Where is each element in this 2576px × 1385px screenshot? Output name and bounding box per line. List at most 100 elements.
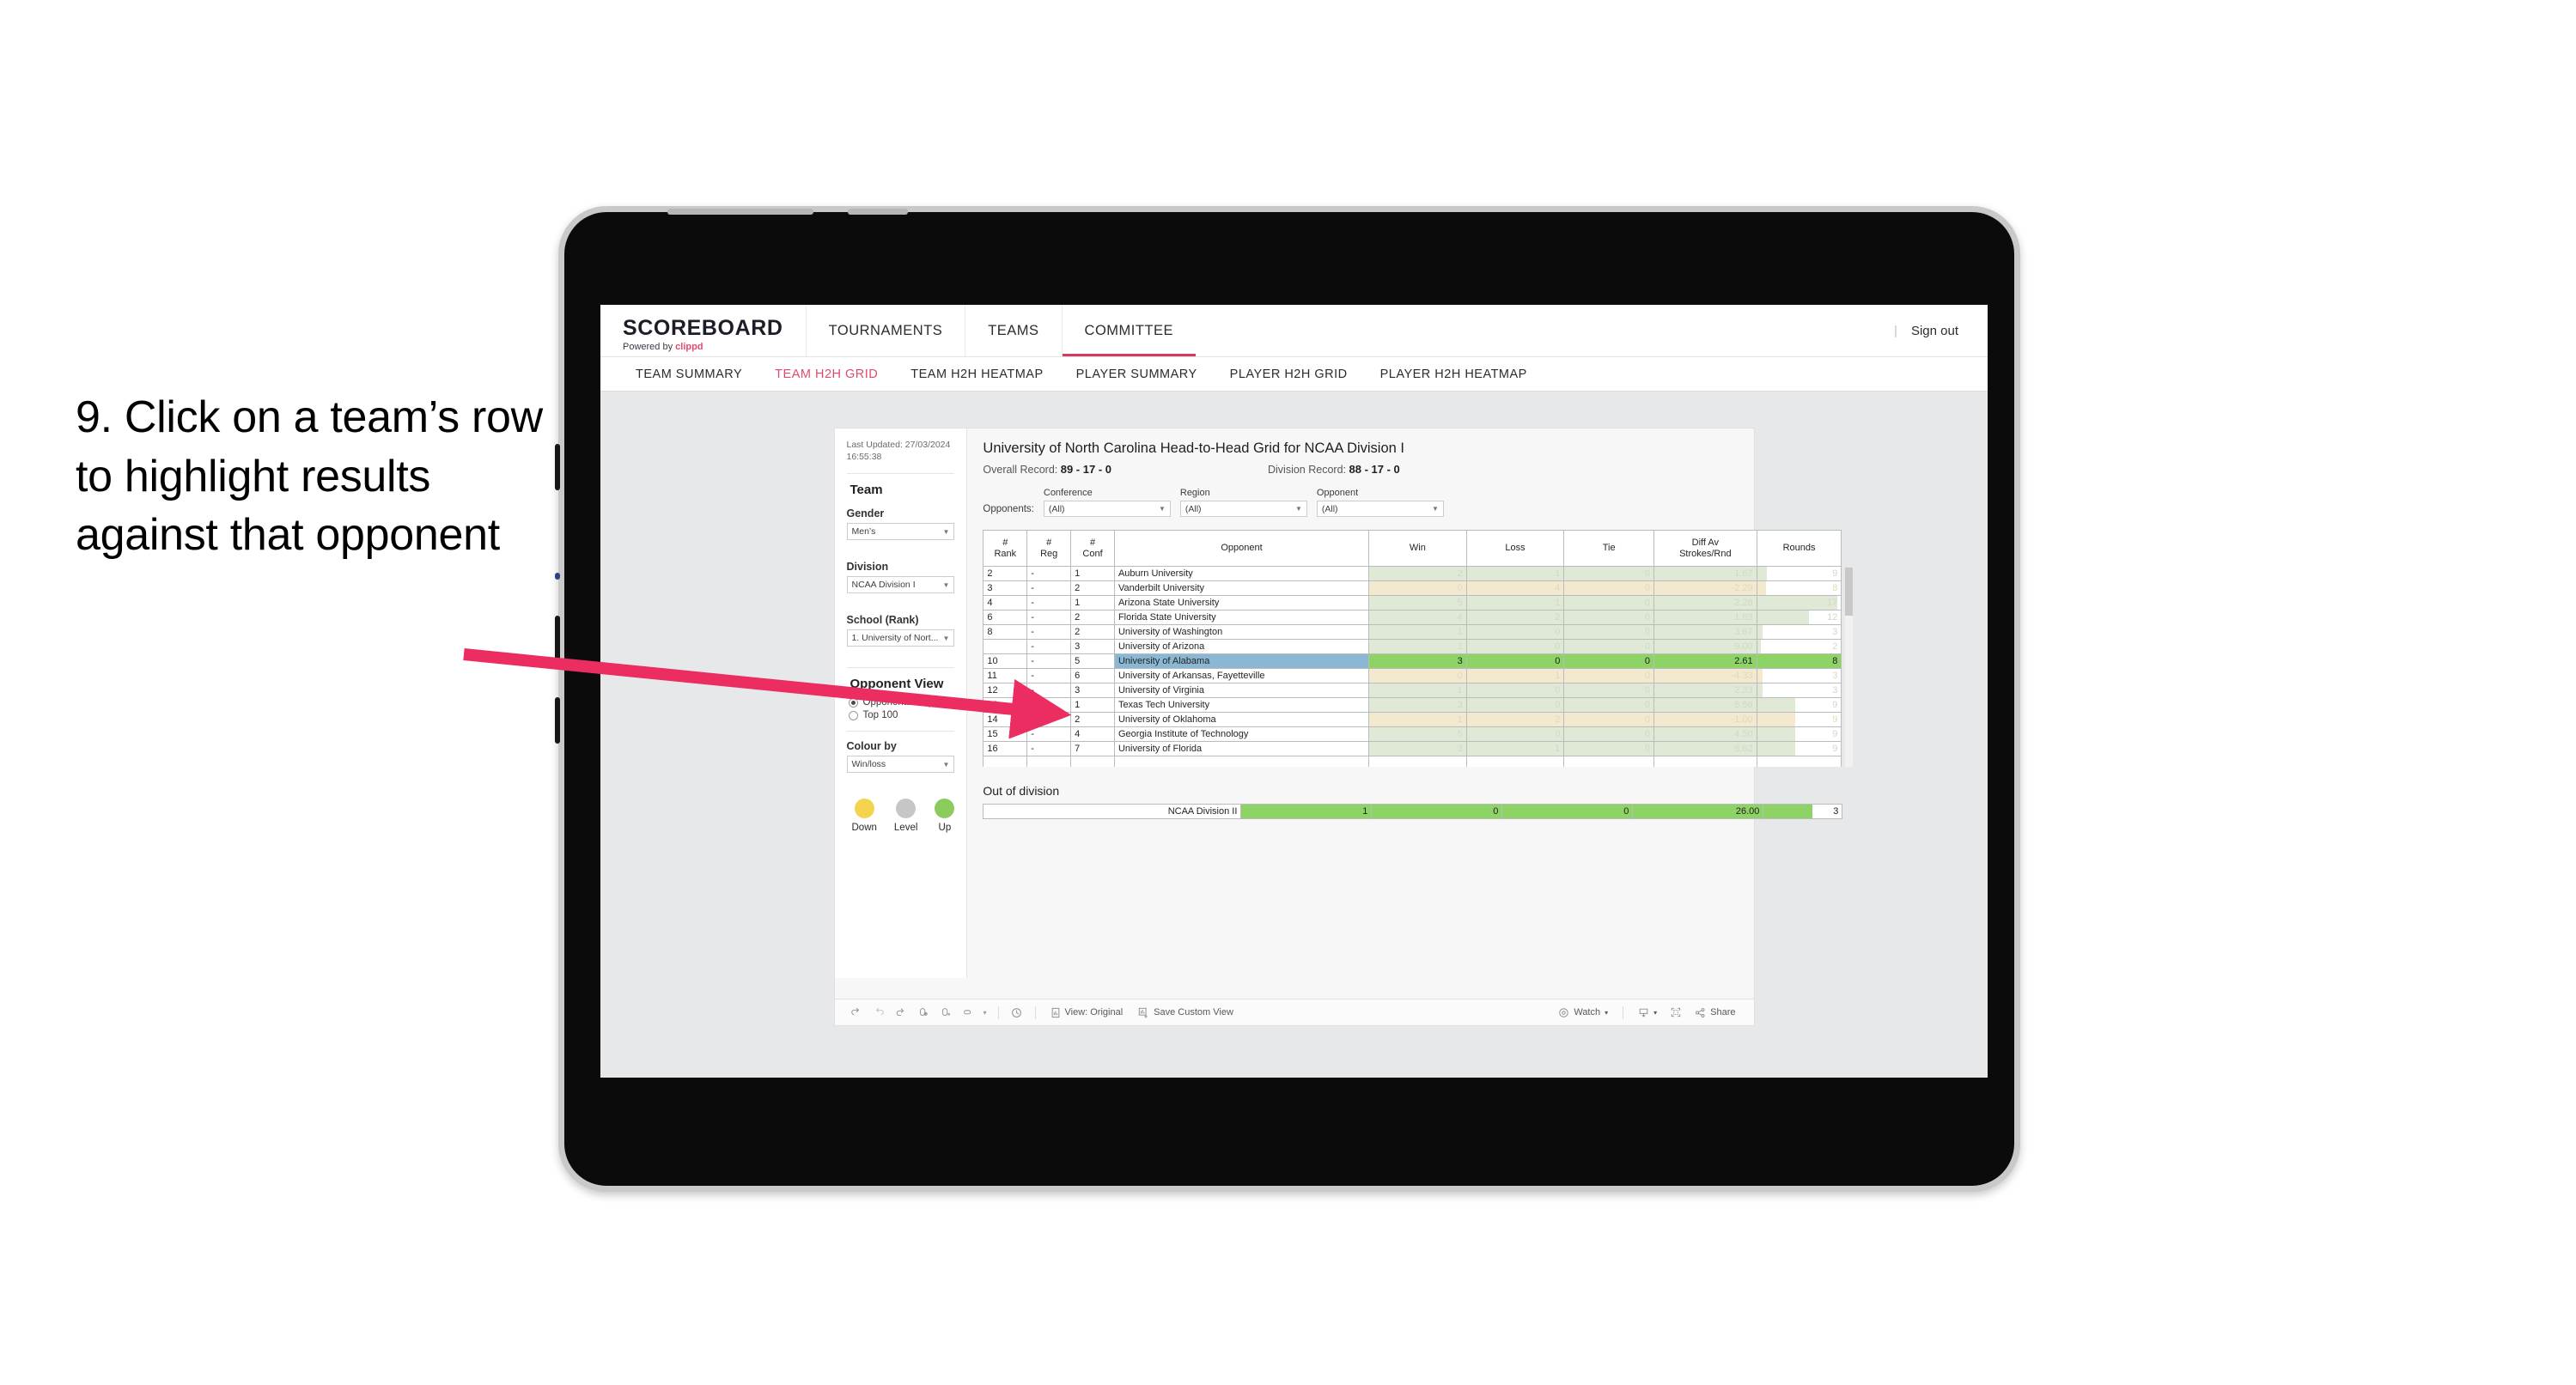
table-row[interactable]: -3 University of Arizona 1 0 0 9.00 2: [983, 639, 1842, 654]
table-filler-row: [983, 756, 1842, 767]
opponent-value: (All): [1321, 503, 1338, 514]
cell-tie: 0: [1563, 610, 1655, 625]
download-button[interactable]: ▾: [1630, 1007, 1665, 1018]
subnav-tab-player-summary[interactable]: PLAYER SUMMARY: [1060, 368, 1214, 381]
table-row[interactable]: 6-2 Florida State University 4 2 0 1.83 12: [983, 610, 1842, 625]
highlight-icon[interactable]: [957, 1006, 979, 1018]
col-opponent[interactable]: Opponent: [1113, 530, 1370, 567]
cell-rounds: 9: [1756, 566, 1842, 581]
cell-loss: 0: [1465, 624, 1565, 640]
table-scroll-viewport[interactable]: # Rank # Reg # Conf Opponent Win Loss Tie D…: [983, 530, 1842, 767]
cell-loss: 1: [1465, 741, 1565, 756]
table-row[interactable]: 3-2 Vanderbilt University 0 4 0 -2.29 8: [983, 580, 1842, 596]
filler-cell: [1070, 756, 1115, 767]
cell-rounds: 8: [1756, 653, 1842, 669]
col-win[interactable]: Win: [1368, 530, 1467, 567]
opponent-select[interactable]: (All) ▼: [1316, 501, 1444, 517]
sidebar-divider-1: [846, 473, 955, 475]
cell-reg: -: [1026, 595, 1072, 610]
pause-icon[interactable]: [935, 1006, 957, 1018]
table-row[interactable]: 12-3 University of Virginia 1 0 0 2.33 3: [983, 683, 1842, 698]
save-custom-view-button[interactable]: Save Custom View: [1130, 1007, 1241, 1018]
subnav-tab-player-h2h-heatmap[interactable]: PLAYER H2H HEATMAP: [1364, 368, 1544, 381]
col-rounds[interactable]: Rounds: [1756, 530, 1842, 567]
pointer-arrow: [463, 648, 1072, 739]
header-separator: |: [1894, 323, 1897, 338]
conference-select[interactable]: (All) ▼: [1043, 501, 1171, 517]
chevron-down-icon: ▼: [942, 527, 950, 536]
view-original-button[interactable]: View: Original: [1043, 1007, 1131, 1018]
ood-cell-tie: 0: [1501, 804, 1634, 819]
subnav-tab-team-summary[interactable]: TEAM SUMMARY: [619, 368, 758, 381]
cell-diff: 1.67: [1653, 566, 1757, 581]
nav-tab-committee[interactable]: COMMITTEE: [1061, 305, 1197, 356]
records-row: Overall Record: 89 - 17 - 0 Division Rec…: [983, 463, 1842, 476]
overall-record: Overall Record: 89 - 17 - 0: [983, 463, 1111, 476]
subnav-tab-team-h2h-heatmap[interactable]: TEAM H2H HEATMAP: [894, 368, 1059, 381]
gender-select[interactable]: Men’s ▼: [846, 523, 955, 541]
redo-icon[interactable]: [868, 1006, 890, 1018]
chevron-down-icon: ▼: [1431, 505, 1439, 513]
legend-dot-down-icon: [854, 799, 874, 819]
cell-opponent: University of Alabama: [1113, 653, 1370, 669]
table-row[interactable]: 13-1Texas Tech University3005.569: [983, 697, 1842, 713]
colour-by-select[interactable]: Win/loss ▼: [846, 756, 955, 774]
cell-opponent: Auburn University: [1113, 566, 1370, 581]
fullscreen-icon[interactable]: [1665, 1006, 1687, 1018]
nav-tab-teams[interactable]: TEAMS: [965, 305, 1061, 356]
cell-diff: 2.61: [1653, 653, 1757, 669]
region-select[interactable]: (All) ▼: [1179, 501, 1307, 517]
col-loss[interactable]: Loss: [1465, 530, 1565, 567]
clock-history-icon[interactable]: [1006, 1006, 1028, 1019]
col-tie[interactable]: Tie: [1563, 530, 1655, 567]
cell-loss: 2: [1465, 610, 1565, 625]
table-row[interactable]: 15-4 Georgia Institute of Technology 5 0 0 4.…: [983, 726, 1842, 742]
table-row[interactable]: 8-2 University of Washington 1 0 0 3.67 3: [983, 624, 1842, 640]
chevron-down-icon: ▾: [1653, 1008, 1658, 1017]
share-button[interactable]: Share: [1687, 1007, 1743, 1018]
out-of-division-row[interactable]: NCAA Division II 1 0 0 26.00 3: [983, 804, 1843, 819]
subnav-tab-team-h2h-grid[interactable]: TEAM H2H GRID: [758, 368, 894, 381]
cell-rounds: 3: [1756, 624, 1842, 640]
table-row[interactable]: 11-6 University of Arkansas, Fayetteville…: [983, 668, 1842, 683]
col-rank[interactable]: # Rank: [983, 530, 1028, 567]
brand-powered-label: Powered by: [623, 341, 673, 352]
share-label: Share: [1710, 1007, 1736, 1017]
table-row[interactable]: 2-1 Auburn University 2 1 0 1.67 9: [983, 566, 1842, 581]
refresh-data-icon[interactable]: [912, 1006, 935, 1018]
undo-icon[interactable]: [845, 1006, 868, 1018]
rounds-bar: [1757, 683, 1763, 697]
table-row[interactable]: 10-5 University of Alabama 3 0 0 2.61 8: [983, 653, 1842, 669]
dropdown-caret-icon[interactable]: ▾: [979, 1009, 991, 1017]
sign-out-link[interactable]: Sign out: [1911, 324, 1958, 338]
scrollbar-thumb[interactable]: [1845, 568, 1854, 616]
division-select[interactable]: NCAA Division I ▼: [846, 576, 955, 594]
col-reg[interactable]: # Reg: [1026, 530, 1072, 567]
opponents-filter-label: Opponents:: [983, 504, 1034, 514]
watch-button[interactable]: Watch ▾: [1550, 1007, 1616, 1018]
table-vertical-scrollbar[interactable]: [1845, 568, 1854, 767]
table-row[interactable]: 14-2 University of Oklahoma 1 2 0 -1.00 9: [983, 712, 1842, 727]
table-row[interactable]: 4-1 Arizona State University 5 1 0 2.28 17: [983, 595, 1842, 610]
cell-opponent: Florida State University: [1113, 610, 1370, 625]
nav-tab-tournaments[interactable]: TOURNAMENTS: [805, 305, 965, 356]
col-diff-av-strokes[interactable]: Diff Av Strokes/Rnd: [1653, 530, 1757, 567]
cell-rounds: 9: [1756, 697, 1842, 713]
brand-title: SCOREBOARD: [623, 315, 783, 340]
cell-opponent: Texas Tech University: [1113, 697, 1370, 713]
subnav-tab-player-h2h-grid[interactable]: PLAYER H2H GRID: [1214, 368, 1364, 381]
legend-item-down: Down: [852, 799, 877, 833]
col-conf[interactable]: # Conf: [1070, 530, 1115, 567]
out-of-division-heading: Out of division: [983, 784, 1060, 798]
cell-tie: 0: [1563, 741, 1655, 756]
legend-label-level: Level: [893, 823, 918, 834]
filler-cell: [1756, 756, 1842, 767]
cell-conf: 1: [1070, 595, 1115, 610]
rounds-bar: [1757, 669, 1763, 683]
revert-icon[interactable]: [890, 1006, 912, 1018]
table-row[interactable]: 16-7 University of Florida 3 1 0 6.62 9: [983, 741, 1842, 756]
app-header: SCOREBOARD Powered by clippd TOURNAMENTS…: [600, 305, 1988, 357]
opponent-label: Opponent: [1316, 488, 1359, 498]
rounds-bar: [1757, 581, 1767, 595]
region-label: Region: [1179, 488, 1210, 498]
